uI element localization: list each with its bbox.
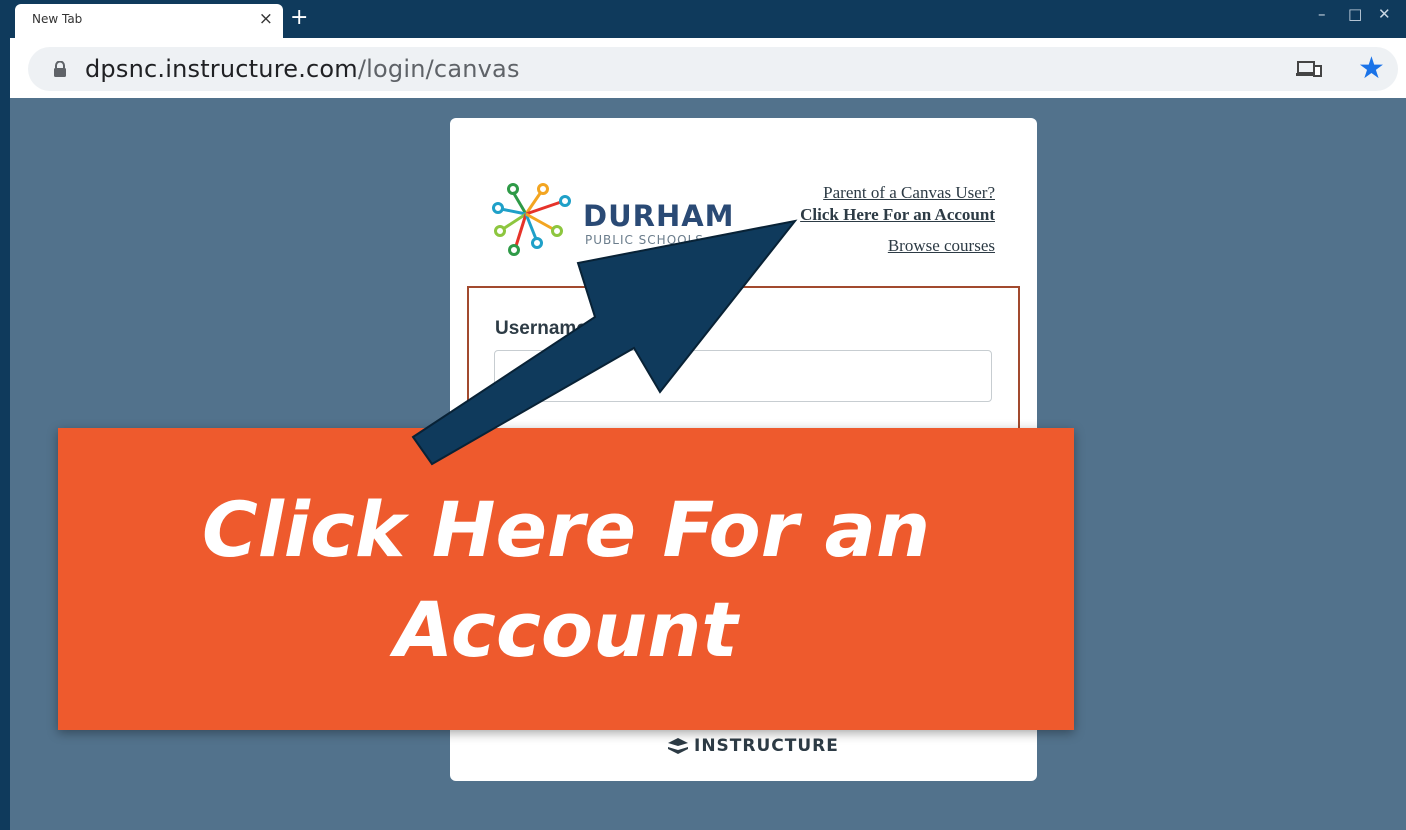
username-input[interactable] (494, 350, 992, 402)
instructure-footer: INSTRUCTURE (668, 736, 839, 756)
minimize-button[interactable]: – (1318, 5, 1326, 23)
close-window-button[interactable]: ✕ (1378, 5, 1391, 23)
tab-close-button[interactable]: × (259, 9, 273, 29)
tab-title: New Tab (32, 12, 83, 26)
header-links: Parent of a Canvas User? Click Here For … (800, 182, 995, 257)
parent-link-line1[interactable]: Parent of a Canvas User? (800, 182, 995, 204)
restore-button[interactable]: □ (1348, 5, 1362, 23)
callout-banner: Click Here For an Account (58, 428, 1074, 730)
url-text[interactable]: dpsnc.instructure.com/login/canvas (85, 55, 520, 83)
tab-bar: New Tab × + – □ ✕ (0, 0, 1406, 38)
callout-text: Click Here For an Account (58, 480, 1074, 680)
username-label: Username (495, 318, 587, 339)
lock-icon (54, 61, 66, 77)
browser-tab[interactable]: New Tab × (15, 4, 283, 38)
browse-courses-link[interactable]: Browse courses (800, 235, 995, 257)
instructure-icon (668, 738, 688, 754)
bookmark-star-icon[interactable]: ★ (1358, 51, 1385, 86)
logo-subtitle: PUBLIC SCHOOLS (585, 233, 704, 247)
url-domain: dpsnc.instructure.com (85, 55, 358, 83)
parent-account-link[interactable]: Click Here For an Account (800, 204, 995, 226)
logo-name: DURHAM (583, 199, 735, 233)
login-form: Username (467, 286, 1020, 446)
browser-toolbar: dpsnc.instructure.com/login/canvas ★ (10, 38, 1406, 98)
callout-line2: Account (394, 585, 738, 674)
cast-icon[interactable] (1296, 59, 1322, 79)
new-tab-button[interactable]: + (290, 5, 308, 30)
address-bar[interactable]: dpsnc.instructure.com/login/canvas ★ (28, 47, 1398, 91)
callout-line1: Click Here For an (201, 485, 931, 574)
url-path: /login/canvas (357, 55, 520, 83)
instructure-label: INSTRUCTURE (694, 736, 839, 756)
durham-public-schools-logo: DURHAM PUBLIC SCHOOLS (492, 183, 735, 256)
